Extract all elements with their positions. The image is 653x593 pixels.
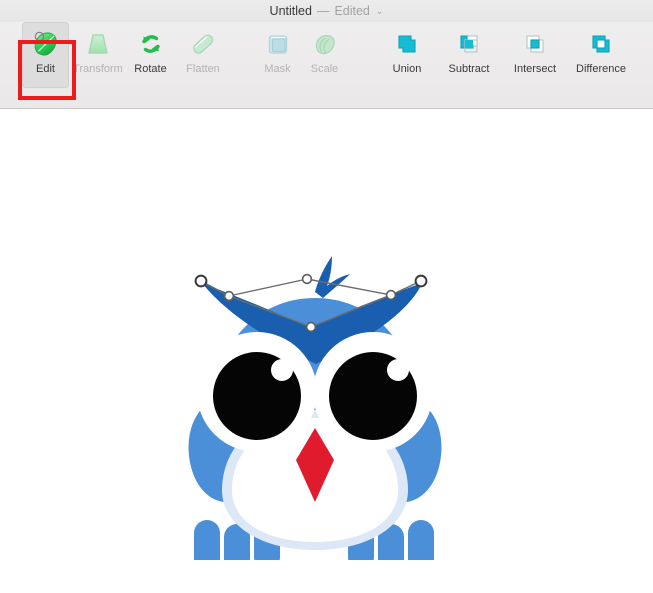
transform-trapezoid-icon xyxy=(82,28,114,60)
toolbar-button-union[interactable]: Union xyxy=(378,22,436,88)
anchor-top-center[interactable] xyxy=(301,273,313,285)
document-canvas[interactable] xyxy=(0,109,653,593)
union-icon xyxy=(391,28,423,60)
toolbar-button-flatten[interactable]: Flatten xyxy=(174,22,232,88)
difference-icon xyxy=(585,28,617,60)
toolbar-button-intersect[interactable]: Intersect xyxy=(502,22,568,88)
toolbar-label-mask: Mask xyxy=(264,63,291,75)
rotate-arrows-icon xyxy=(135,28,167,60)
control-left[interactable] xyxy=(223,290,235,302)
edit-blob-icon xyxy=(30,28,62,60)
toolbar-label-union: Union xyxy=(392,63,422,75)
toolbar-label-scale: Scale xyxy=(310,63,339,75)
toolbar-button-difference[interactable]: Difference xyxy=(568,22,634,88)
owl-artwork-svg xyxy=(188,256,442,576)
chevron-down-icon[interactable]: ⌄ xyxy=(376,4,384,18)
blue-owl-vector[interactable] xyxy=(160,250,470,576)
subtract-icon xyxy=(453,28,485,60)
intersect-icon xyxy=(519,28,551,60)
app-window: Untitled — Edited ⌄ Edit Transform Rotat… xyxy=(0,0,653,593)
control-right[interactable] xyxy=(385,289,397,301)
toolbar-label-edit: Edit xyxy=(36,63,55,75)
page-title: Untitled xyxy=(269,3,312,18)
toolbar-button-mask[interactable]: Mask xyxy=(254,22,301,88)
document-title-group[interactable]: Untitled — Edited ⌄ xyxy=(270,4,384,19)
toolbar-button-rotate[interactable]: Rotate xyxy=(127,22,174,88)
status-badge: Edited xyxy=(334,3,370,18)
toolbar-button-scale[interactable]: Scale xyxy=(301,22,348,88)
title-separator: — xyxy=(316,3,330,18)
window-titlebar: Untitled — Edited ⌄ xyxy=(0,0,653,22)
toolbar-label-difference: Difference xyxy=(576,63,626,75)
main-toolbar: Edit Transform Rotate Flatten Mask Scale… xyxy=(0,22,653,109)
scale-blob-icon xyxy=(309,28,341,60)
toolbar-label-intersect: Intersect xyxy=(513,63,557,75)
anchor-top-right[interactable] xyxy=(414,274,428,288)
toolbar-label-flatten: Flatten xyxy=(186,63,220,75)
toolbar-button-edit[interactable]: Edit xyxy=(22,22,69,88)
anchor-bottom-center[interactable] xyxy=(305,321,317,333)
anchor-top-left[interactable] xyxy=(194,274,208,288)
toolbar-label-subtract: Subtract xyxy=(448,63,490,75)
toolbar-label-rotate: Rotate xyxy=(134,63,167,75)
toolbar-button-transform[interactable]: Transform xyxy=(69,22,127,88)
toolbar-button-subtract[interactable]: Subtract xyxy=(436,22,502,88)
owl-crest-tuft xyxy=(315,256,350,298)
toolbar-label-transform: Transform xyxy=(73,63,123,75)
flatten-pill-icon xyxy=(187,28,219,60)
mask-square-icon xyxy=(262,28,294,60)
